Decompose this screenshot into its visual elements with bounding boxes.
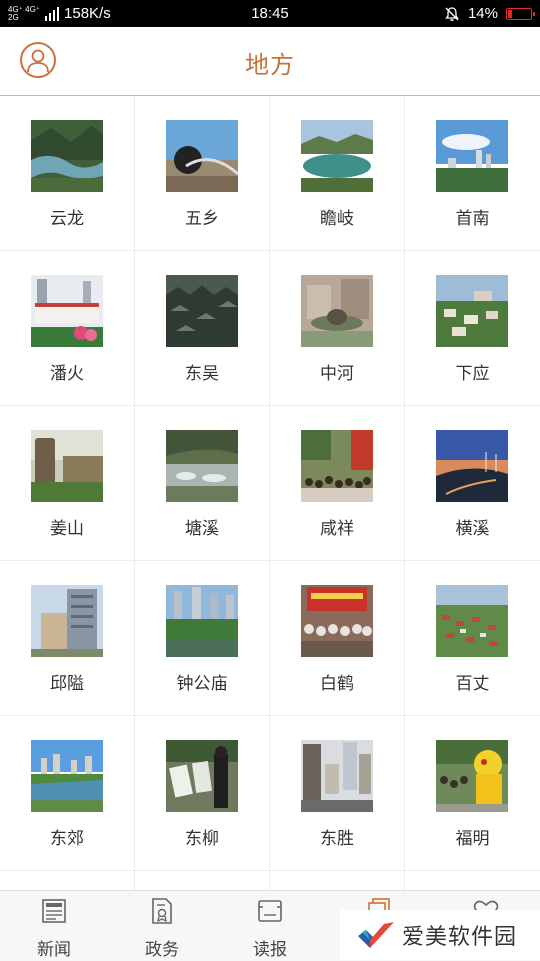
bridge-sphere-photo	[166, 120, 238, 192]
place-item[interactable]: 瞻岐	[270, 96, 405, 251]
place-label: 白鹤	[320, 674, 354, 693]
battery-icon	[506, 7, 535, 20]
lion-dance-photo	[436, 740, 508, 812]
tab-news-label: 新闻	[37, 940, 71, 959]
mountain-lake-photo	[31, 120, 103, 192]
place-item[interactable]: 东柳	[135, 716, 270, 871]
place-item[interactable]: 首南	[405, 96, 540, 251]
place-label: 东吴	[185, 364, 219, 383]
place-label: 姜山	[50, 519, 84, 538]
place-label: 百丈	[455, 674, 490, 693]
place-item[interactable]: 下应	[405, 251, 540, 406]
place-item[interactable]: 白鹤	[270, 561, 405, 716]
place-item[interactable]: 邱隘	[0, 561, 135, 716]
watermark-text: 爱美软件园	[402, 924, 518, 949]
place-label: 首南	[455, 209, 490, 228]
place-item[interactable]: 东胜	[270, 716, 405, 871]
place-label: 东胜	[320, 829, 354, 848]
place-item[interactable]: 东郊	[0, 716, 135, 871]
status-right: 14%	[444, 0, 535, 27]
place-item[interactable]: 塘溪	[135, 406, 270, 561]
park-towers-photo	[166, 585, 238, 657]
downtown-street-photo	[301, 740, 373, 812]
place-label: 东郊	[50, 829, 84, 848]
suburb-houses-photo	[436, 275, 508, 347]
place-label: 下应	[455, 364, 490, 383]
place-label: 瞻岐	[320, 209, 354, 228]
app-header: 地方	[0, 27, 540, 96]
place-label: 咸祥	[320, 519, 354, 538]
place-item[interactable]: 东吴	[135, 251, 270, 406]
place-label: 横溪	[455, 519, 490, 538]
place-grid: 云龙 五乡 瞻岐 首南潘火 东吴 中河 下应姜山 塘溪 咸祥 横溪邱隘 钟公庙 白鹤 百丈东郊 东柳 东胜 福…	[0, 96, 540, 871]
stage-crowd-photo	[301, 585, 373, 657]
place-item[interactable]: 中河	[270, 251, 405, 406]
plaza-statue-photo	[301, 275, 373, 347]
tab-news[interactable]: 新闻	[0, 891, 108, 961]
place-item[interactable]: 钟公庙	[135, 561, 270, 716]
watermark: 爱美软件园	[340, 910, 540, 960]
place-label: 钟公庙	[176, 674, 228, 693]
tab-government[interactable]: 政务	[108, 891, 216, 961]
crowd-festival-photo	[301, 430, 373, 502]
stream-rocks-photo	[166, 430, 238, 502]
open-paper-icon	[258, 900, 282, 922]
place-label: 东柳	[185, 829, 219, 848]
reservoir-photo	[301, 120, 373, 192]
village-roofs-photo	[166, 275, 238, 347]
grid-next-row	[0, 871, 540, 891]
place-label: 中河	[320, 364, 354, 383]
street-towers-photo	[31, 275, 103, 347]
office-building-photo	[31, 585, 103, 657]
city-skyline-photo	[436, 120, 508, 192]
stone-monument-photo	[31, 430, 103, 502]
newspaper-icon	[42, 899, 66, 923]
place-item[interactable]: 横溪	[405, 406, 540, 561]
wind-turbine-dusk-photo	[436, 430, 508, 502]
river-city-photo	[31, 740, 103, 812]
place-label: 塘溪	[185, 519, 219, 538]
tab-read-paper[interactable]: 读报	[216, 891, 324, 961]
place-item[interactable]: 潘火	[0, 251, 135, 406]
battery-percent: 14%	[467, 5, 498, 22]
check-logo-icon	[358, 922, 394, 948]
place-label: 福明	[455, 829, 490, 848]
tab-read-paper-label: 读报	[253, 940, 287, 959]
place-item[interactable]: 百丈	[405, 561, 540, 716]
status-bar: 4G⁺ 4G⁺ 2G 158K/s 18:45 14%	[0, 0, 540, 27]
place-item[interactable]: 五乡	[135, 96, 270, 251]
tab-government-label: 政务	[145, 940, 179, 959]
document-badge-icon	[152, 898, 172, 924]
place-item[interactable]: 咸祥	[270, 406, 405, 561]
place-item[interactable]: 姜山	[0, 406, 135, 561]
place-item[interactable]: 云龙	[0, 96, 135, 251]
mute-bell-icon	[445, 6, 459, 21]
place-label: 五乡	[185, 209, 219, 228]
place-label: 云龙	[50, 209, 84, 228]
place-item[interactable]: 福明	[405, 716, 540, 871]
place-label: 邱隘	[50, 674, 84, 693]
page-title: 地方	[245, 52, 295, 79]
place-label: 潘火	[50, 364, 84, 383]
exhibition-boards-photo	[166, 740, 238, 812]
aerial-town-photo	[436, 585, 508, 657]
